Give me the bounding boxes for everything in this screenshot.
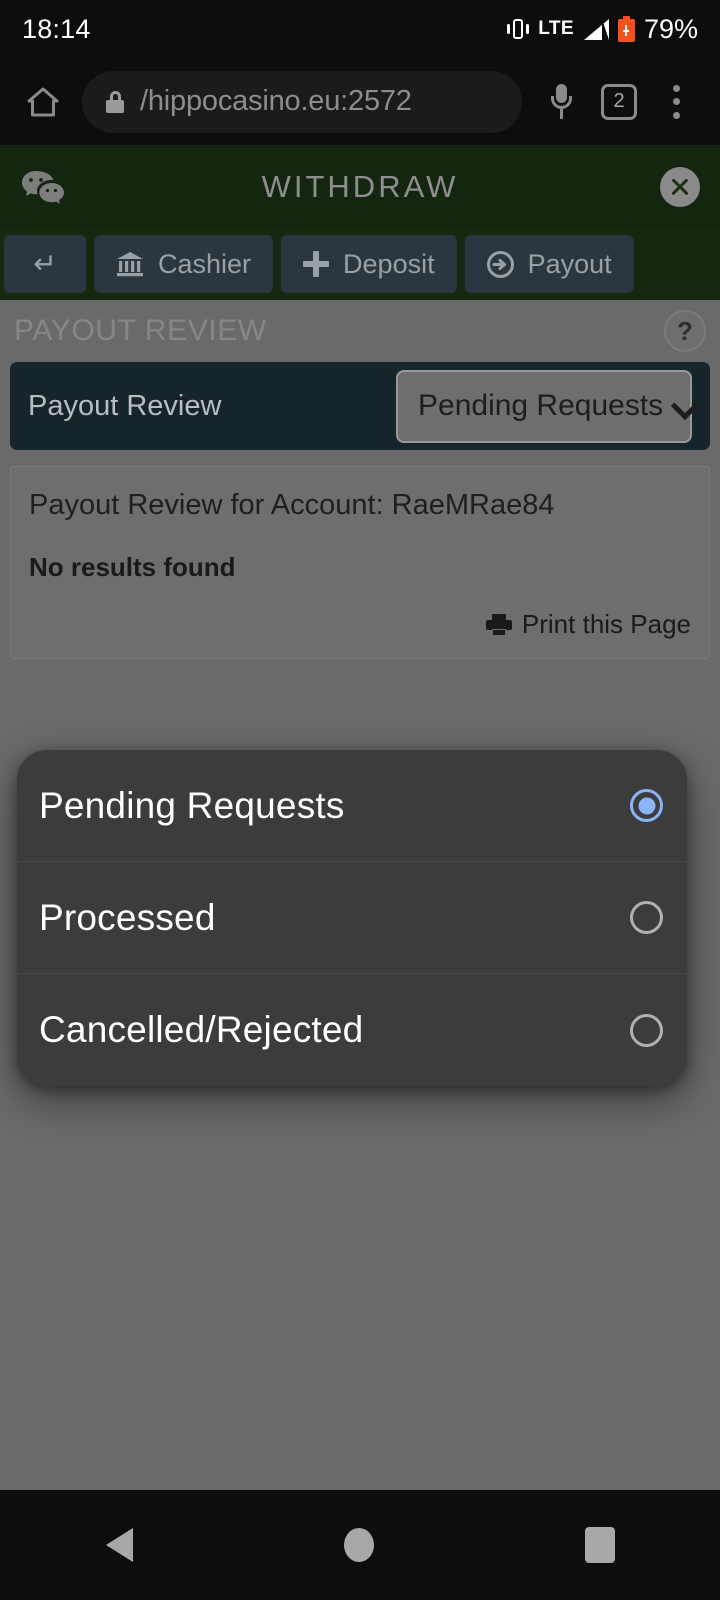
lock-icon (106, 90, 124, 113)
option-processed[interactable]: Processed (17, 862, 687, 974)
radio-button-selected[interactable] (630, 789, 663, 822)
option-label: Pending Requests (39, 784, 345, 826)
home-icon (27, 87, 59, 117)
status-indicators: LTE 79% (507, 14, 698, 45)
network-type-label: LTE (538, 18, 574, 39)
signal-bars-icon (583, 18, 609, 40)
phone-screen: 18:14 LTE 79% /hippocasino.eu:2572 2 WIT… (0, 0, 720, 1600)
vibrate-icon (507, 17, 530, 41)
status-bar: 18:14 LTE 79% (0, 0, 720, 58)
url-text: /hippocasino.eu:2572 (140, 85, 412, 117)
circle-home-icon[interactable] (343, 1528, 374, 1562)
battery-percent-label: 79% (643, 13, 698, 44)
radio-button[interactable] (630, 1013, 663, 1047)
close-icon[interactable] (660, 166, 700, 207)
home-button[interactable] (14, 73, 72, 131)
option-label: Processed (39, 896, 216, 938)
browser-menu-button[interactable] (648, 73, 706, 131)
select-options-dialog: Pending Requests Processed Cancelled/Rej… (17, 750, 687, 1086)
square-recents-icon[interactable] (584, 1527, 615, 1563)
more-vertical-icon (673, 84, 681, 119)
triangle-back-icon[interactable] (105, 1528, 133, 1562)
url-bar[interactable]: /hippocasino.eu:2572 (82, 70, 522, 133)
web-page-content: WITHDRAW ↵ Cashier Deposit Payout PAYOUT… (0, 145, 720, 1490)
radio-button[interactable] (630, 901, 663, 934)
status-clock: 18:14 (22, 13, 91, 44)
tab-switcher-button[interactable]: 2 (590, 73, 648, 131)
voice-search-button[interactable] (532, 73, 590, 131)
android-navigation-bar (0, 1490, 720, 1600)
option-label: Cancelled/Rejected (39, 1009, 364, 1050)
option-pending-requests[interactable]: Pending Requests (17, 750, 687, 862)
microphone-icon (549, 83, 573, 120)
tab-counter-icon: 2 (601, 83, 637, 120)
browser-toolbar: /hippocasino.eu:2572 2 (0, 58, 720, 145)
battery-charging-icon (617, 16, 635, 42)
option-cancelled-rejected[interactable]: Cancelled/Rejected (17, 974, 687, 1086)
